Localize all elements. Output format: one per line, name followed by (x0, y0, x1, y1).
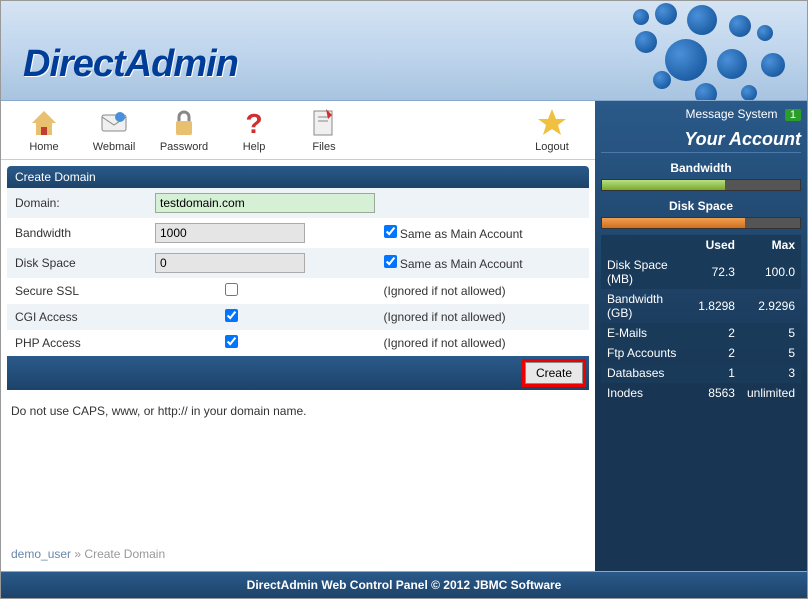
star-icon (536, 107, 568, 139)
stat-used: 1 (692, 363, 741, 383)
stat-max: 5 (741, 343, 801, 363)
create-domain-panel: Create Domain Domain: Bandwidth Same as … (7, 166, 589, 390)
ignored-text: (Ignored if not allowed) (376, 278, 589, 304)
stat-label: Bandwidth (GB) (601, 289, 692, 323)
domain-input[interactable] (155, 193, 375, 213)
same-label: Same as Main Account (400, 227, 523, 241)
nav-label: Home (29, 141, 58, 153)
cgi-label: CGI Access (7, 304, 147, 330)
col-max: Max (741, 235, 801, 255)
nav-label: Help (243, 141, 266, 153)
create-button[interactable]: Create (525, 362, 583, 384)
stat-label: Ftp Accounts (601, 343, 692, 363)
stat-label: Databases (601, 363, 692, 383)
nav-logout[interactable]: Logout (517, 105, 587, 155)
domain-label: Domain: (7, 188, 147, 218)
nav-webmail[interactable]: Webmail (79, 105, 149, 155)
php-label: PHP Access (7, 330, 147, 356)
panel-title: Create Domain (7, 166, 589, 188)
col-used: Used (692, 235, 741, 255)
create-highlight: Create (522, 359, 586, 387)
nav-label: Files (312, 141, 335, 153)
stat-used: 2 (692, 343, 741, 363)
stat-used: 8563 (692, 383, 741, 403)
stat-label: Disk Space (MB) (601, 255, 692, 289)
diskspace-stat-label: Disk Space (601, 197, 801, 215)
account-title: Your Account (601, 129, 801, 153)
stat-used: 1.8298 (692, 289, 741, 323)
ignored-text: (Ignored if not allowed) (376, 330, 589, 356)
bandwidth-stat-label: Bandwidth (601, 159, 801, 177)
bandwidth-same-checkbox[interactable] (384, 225, 397, 238)
ssl-label: Secure SSL (7, 278, 147, 304)
stat-max: 2.9296 (741, 289, 801, 323)
stat-max: 5 (741, 323, 801, 343)
diskspace-label: Disk Space (7, 248, 147, 278)
breadcrumb-page: Create Domain (84, 547, 165, 561)
account-stats-table: UsedMax Disk Space (MB)72.3100.0 Bandwid… (601, 235, 801, 403)
breadcrumb-user[interactable]: demo_user (11, 547, 71, 561)
nav-label: Logout (535, 141, 569, 153)
nav-password[interactable]: Password (149, 105, 219, 155)
hint-text: Do not use CAPS, www, or http:// in your… (11, 404, 585, 418)
bandwidth-label: Bandwidth (7, 218, 147, 248)
header-banner: DirectAdmin (1, 1, 807, 101)
diskspace-input[interactable] (155, 253, 305, 273)
nav-files[interactable]: Files (289, 105, 359, 155)
stat-label: E-Mails (601, 323, 692, 343)
footer: DirectAdmin Web Control Panel © 2012 JBM… (1, 571, 807, 598)
diskspace-bar (601, 217, 801, 229)
stat-used: 2 (692, 323, 741, 343)
ignored-text: (Ignored if not allowed) (376, 304, 589, 330)
bandwidth-bar (601, 179, 801, 191)
nav-label: Webmail (93, 141, 136, 153)
php-checkbox[interactable] (225, 335, 238, 348)
breadcrumb: demo_user » Create Domain (11, 547, 585, 561)
stat-label: Inodes (601, 383, 692, 403)
nav-help[interactable]: ? Help (219, 105, 289, 155)
ssl-checkbox[interactable] (225, 283, 238, 296)
mail-icon (98, 107, 130, 139)
bandwidth-input[interactable] (155, 223, 305, 243)
message-count-badge: 1 (785, 109, 801, 121)
svg-text:?: ? (245, 108, 262, 139)
nav-home[interactable]: Home (9, 105, 79, 155)
help-icon: ? (238, 107, 270, 139)
message-system-link[interactable]: Message System (685, 107, 777, 121)
toolbar: Home Webmail Password ? Help Files (1, 101, 595, 160)
nav-label: Password (160, 141, 208, 153)
same-label: Same as Main Account (400, 257, 523, 271)
diskspace-same-checkbox[interactable] (384, 255, 397, 268)
lock-icon (168, 107, 200, 139)
cgi-checkbox[interactable] (225, 309, 238, 322)
stat-used: 72.3 (692, 255, 741, 289)
stat-max: unlimited (741, 383, 801, 403)
sidebar: Message System 1 Your Account Bandwidth … (595, 101, 807, 571)
brand-logo: DirectAdmin (23, 43, 238, 86)
home-icon (28, 107, 60, 139)
breadcrumb-sep: » (74, 547, 81, 561)
files-icon (308, 107, 340, 139)
stat-max: 3 (741, 363, 801, 383)
stat-max: 100.0 (741, 255, 801, 289)
